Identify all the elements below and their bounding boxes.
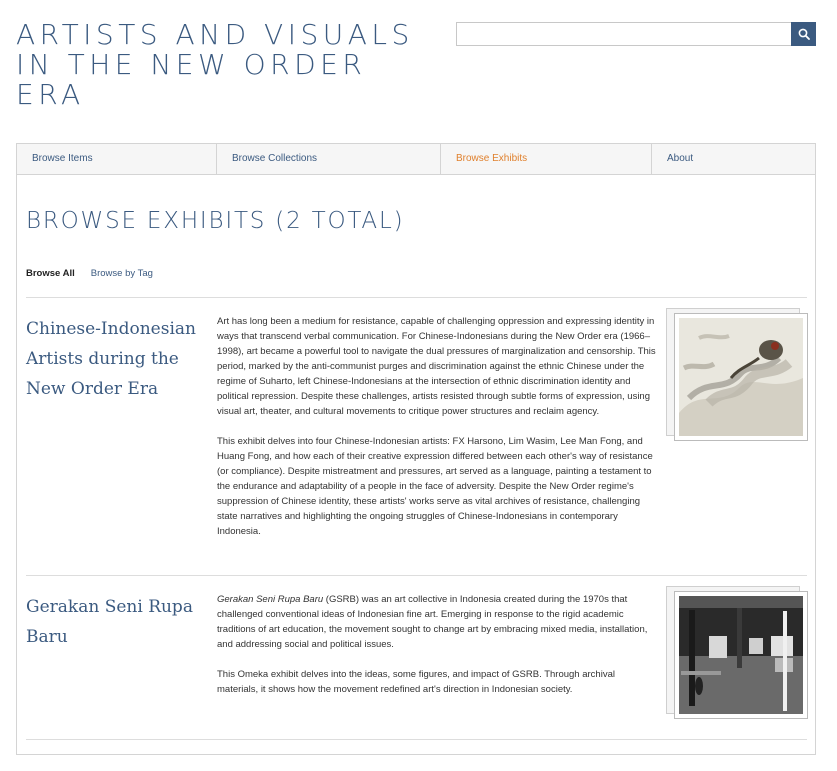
nav-browse-collections[interactable]: Browse Collections — [217, 144, 441, 174]
dragon-painting-image — [679, 318, 803, 436]
subnav-browse-by-tag[interactable]: Browse by Tag — [91, 268, 153, 279]
exhibit-thumbnail — [674, 313, 808, 441]
search-input[interactable] — [456, 22, 791, 46]
main-nav: Browse Items Browse Collections Browse E… — [17, 144, 815, 175]
exhibit-subnav: Browse All Browse by Tag — [26, 268, 153, 279]
exhibit-paragraph: Art has long been a medium for resistanc… — [217, 316, 656, 417]
search-button[interactable] — [791, 22, 816, 46]
exhibit-item: Chinese-Indonesian Artists during the Ne… — [26, 308, 808, 574]
nav-about[interactable]: About — [652, 144, 815, 174]
exhibit-description: Gerakan Seni Rupa Baru (GSRB) was an art… — [217, 592, 657, 712]
exhibit-title-link[interactable]: Chinese-Indonesian Artists during the Ne… — [26, 314, 206, 404]
exhibit-description: Art has long been a medium for resistanc… — [217, 314, 657, 554]
subnav-browse-all[interactable]: Browse All — [26, 268, 75, 279]
divider — [26, 297, 807, 298]
divider — [26, 739, 807, 740]
exhibit-thumbnail-link[interactable] — [666, 308, 808, 442]
exhibit-item: Gerakan Seni Rupa Baru Gerakan Seni Rupa… — [26, 586, 808, 732]
divider — [26, 575, 807, 576]
exhibit-title-link[interactable]: Gerakan Seni Rupa Baru — [26, 592, 206, 652]
nav-browse-exhibits[interactable]: Browse Exhibits — [441, 144, 652, 174]
content-wrapper: Browse Items Browse Collections Browse E… — [16, 143, 816, 755]
nav-browse-items[interactable]: Browse Items — [17, 144, 217, 174]
search-form — [456, 22, 816, 46]
exhibition-photo-image — [679, 596, 803, 714]
site-title[interactable]: ARTISTS AND VISUALS IN THE NEW ORDER ERA — [16, 20, 436, 110]
exhibit-title-italic: Gerakan Seni Rupa Baru — [217, 594, 324, 605]
exhibit-thumbnail — [674, 591, 808, 719]
exhibit-paragraph: This exhibit delves into four Chinese-In… — [217, 436, 653, 537]
search-icon — [798, 28, 810, 40]
page-title: BROWSE EXHIBITS (2 TOTAL) — [26, 208, 405, 234]
exhibit-paragraph: This Omeka exhibit delves into the ideas… — [217, 669, 615, 695]
exhibit-paragraph: Gerakan Seni Rupa Baru (GSRB) was an art… — [217, 592, 657, 652]
exhibit-thumbnail-link[interactable] — [666, 586, 808, 720]
